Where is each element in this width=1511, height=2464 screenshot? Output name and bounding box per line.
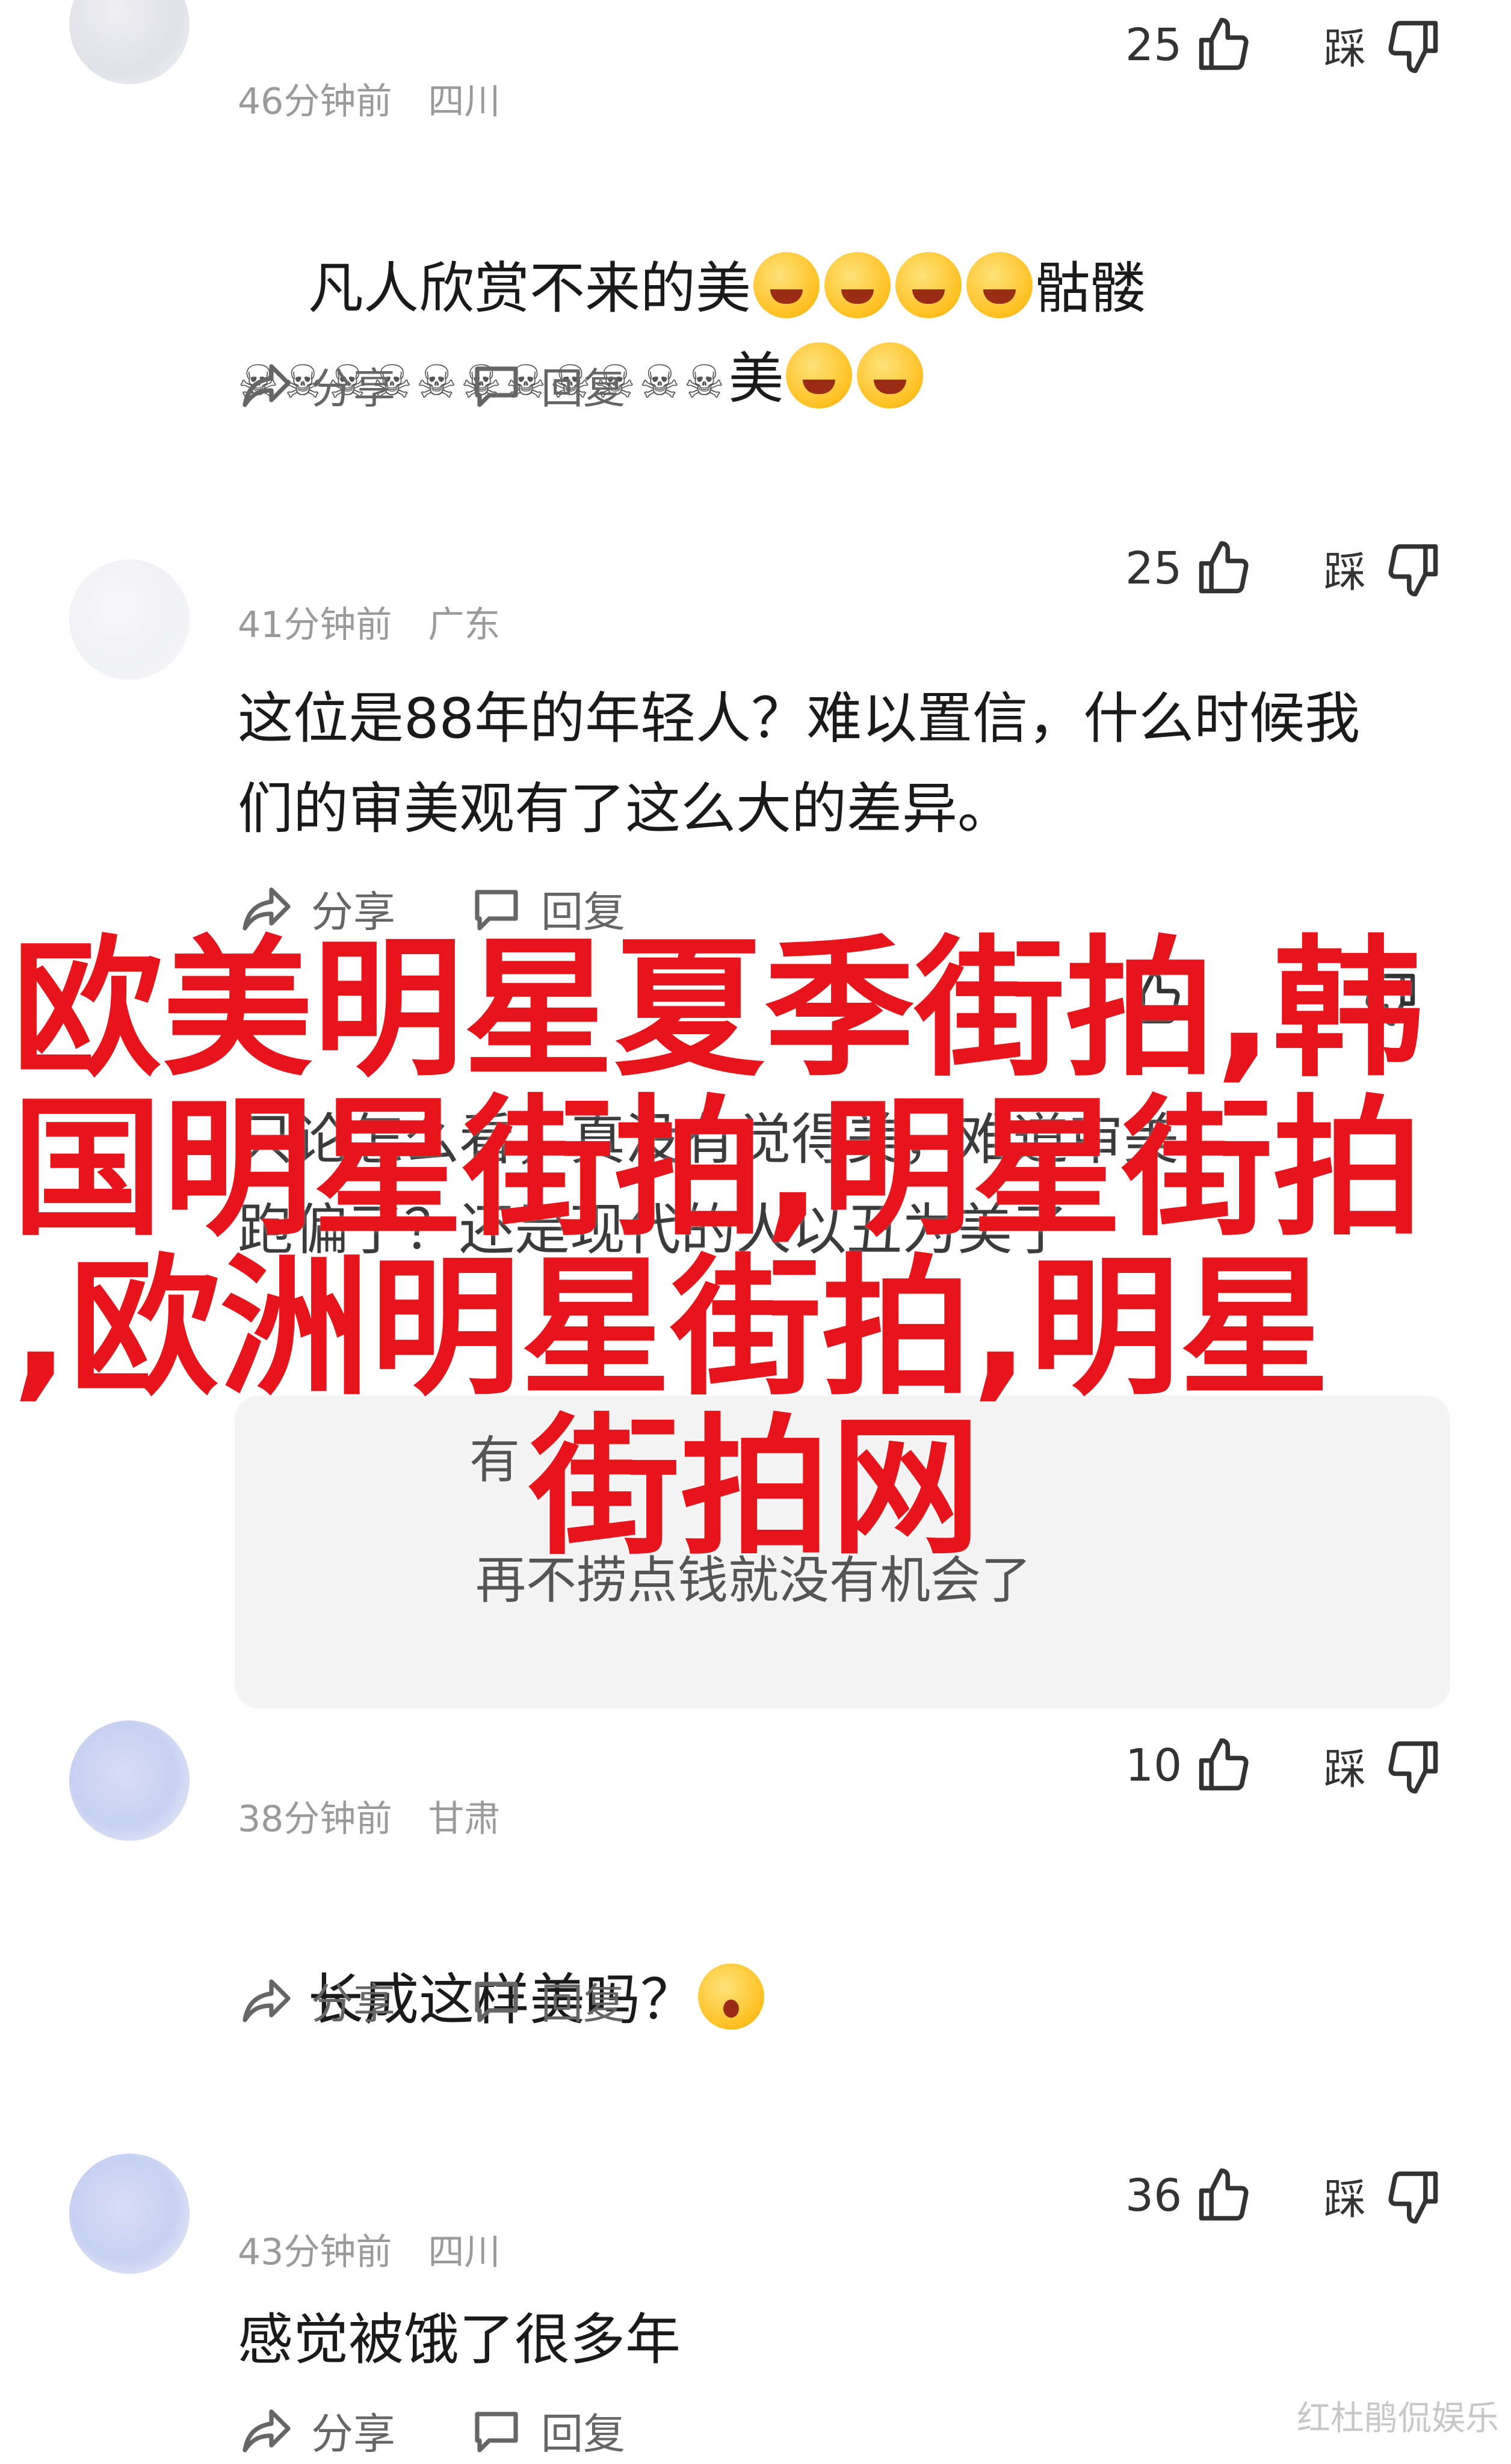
share-label: 分享	[311, 364, 395, 413]
grin-emoji-icon	[753, 252, 820, 318]
overlay-title-line: 街拍网	[530, 1400, 981, 1575]
reply-icon	[475, 366, 518, 407]
share-icon	[243, 2409, 291, 2453]
comment-time: 43分钟前	[238, 2231, 392, 2273]
overlay-title-line: 欧美明星夏季街拍,韩	[12, 922, 1423, 1097]
dislike-button[interactable]: 踩	[1324, 1736, 1443, 1796]
reply-label: 回复	[541, 364, 625, 413]
comment-location: 四川	[428, 81, 501, 123]
comment-meta: 38分钟前 甘肃	[238, 1790, 500, 1842]
comment-location: 四川	[428, 2231, 501, 2273]
thumbs-down-icon	[1388, 20, 1438, 73]
comment-text-line1: 凡人欣赏不来的美	[307, 256, 751, 321]
overlay-title-line: 国明星街拍,明星街拍	[12, 1081, 1423, 1256]
dislike-button[interactable]: 踩	[1324, 538, 1443, 599]
like-count: 25	[1125, 19, 1182, 71]
comment-actions: 分享 回复	[238, 1970, 697, 2031]
share-button[interactable]: 分享	[238, 1970, 395, 2031]
dislike-label: 踩	[1324, 2175, 1366, 2224]
dislike-button[interactable]: 踩	[1324, 15, 1443, 76]
reply-button[interactable]: 回复	[468, 355, 625, 416]
dislike-label: 踩	[1324, 1745, 1366, 1794]
thumbs-up-icon	[1199, 17, 1249, 70]
comment-time: 41分钟前	[238, 604, 392, 646]
thumbs-up-icon	[1199, 1738, 1249, 1791]
reply-label: 回复	[541, 2409, 625, 2459]
overlay-title: 欧美明星夏季街拍,韩 国明星街拍,明星街拍 ,欧洲明星街拍,明星 街拍网	[0, 929, 1511, 1567]
reply-button[interactable]: 回复	[468, 1970, 625, 2031]
share-icon	[243, 363, 291, 407]
avatar[interactable]	[69, 559, 190, 680]
tongue-emoji-icon	[895, 252, 962, 318]
like-count: 10	[1125, 1740, 1182, 1791]
like-button[interactable]: 25	[1125, 538, 1254, 599]
comment-text-line2-tail: 美	[728, 346, 784, 411]
comment-text: 感觉被饿了很多年	[238, 2308, 681, 2372]
comment-meta: 46分钟前 四川	[238, 72, 500, 125]
thumbs-down-icon	[1388, 544, 1438, 596]
thumbs-down-icon	[1388, 2171, 1438, 2223]
comment-actions: 分享 回复	[238, 355, 697, 416]
tongue-emoji-icon	[966, 252, 1033, 318]
thumbs-up-icon	[1199, 541, 1249, 594]
comment-location: 广东	[428, 604, 501, 646]
dislike-button[interactable]: 踩	[1324, 2166, 1443, 2226]
comment-text: 凡人欣赏不来的美 骷髅 ☠☠☠☠☠☠☠☠☠☠☠美	[238, 153, 1441, 517]
reply-label: 回复	[541, 1979, 625, 2028]
avatar[interactable]	[69, 2154, 190, 2274]
thumbs-up-icon	[1199, 2168, 1249, 2221]
overlay-title-line: ,欧洲明星街拍,明星	[12, 1240, 1330, 1415]
like-button[interactable]: 10	[1125, 1736, 1254, 1796]
share-icon	[243, 1979, 291, 2022]
reply-icon	[475, 1981, 518, 2022]
share-button[interactable]: 分享	[238, 355, 395, 416]
like-button[interactable]: 36	[1125, 2166, 1254, 2226]
thumbs-down-icon	[1388, 1741, 1438, 1793]
share-label: 分享	[311, 1979, 395, 2028]
comment-meta: 43分钟前 四川	[238, 2223, 500, 2275]
grin-emoji-icon	[786, 342, 853, 408]
like-count: 36	[1125, 2170, 1182, 2222]
share-button[interactable]: 分享	[238, 2400, 395, 2461]
comment-text-line1-tail: 骷髅	[1035, 256, 1146, 321]
like-count: 25	[1125, 543, 1182, 594]
comment-meta: 41分钟前 广东	[238, 596, 500, 648]
dislike-label: 踩	[1324, 547, 1366, 597]
dislike-label: 踩	[1324, 24, 1366, 73]
comment-time: 46分钟前	[238, 81, 392, 123]
comment-text: 这位是88年的年轻人？难以置信，什么时候我 们的审美观有了这么大的差异。	[238, 686, 1361, 841]
share-label: 分享	[311, 2409, 395, 2459]
tongue-emoji-icon	[857, 342, 924, 408]
tongue-emoji-icon	[824, 252, 891, 318]
like-button[interactable]: 25	[1125, 15, 1254, 75]
watermark: 红杜鹃侃娱乐	[1297, 2399, 1499, 2438]
reply-button[interactable]: 回复	[468, 2400, 625, 2461]
comment-actions: 分享 回复	[238, 2400, 697, 2461]
comment-location: 甘肃	[428, 1798, 501, 1840]
reply-icon	[475, 2411, 518, 2453]
surprised-emoji-icon	[698, 1964, 764, 2030]
avatar[interactable]	[69, 1720, 190, 1841]
comment-time: 38分钟前	[238, 1798, 392, 1840]
avatar[interactable]	[69, 0, 190, 84]
